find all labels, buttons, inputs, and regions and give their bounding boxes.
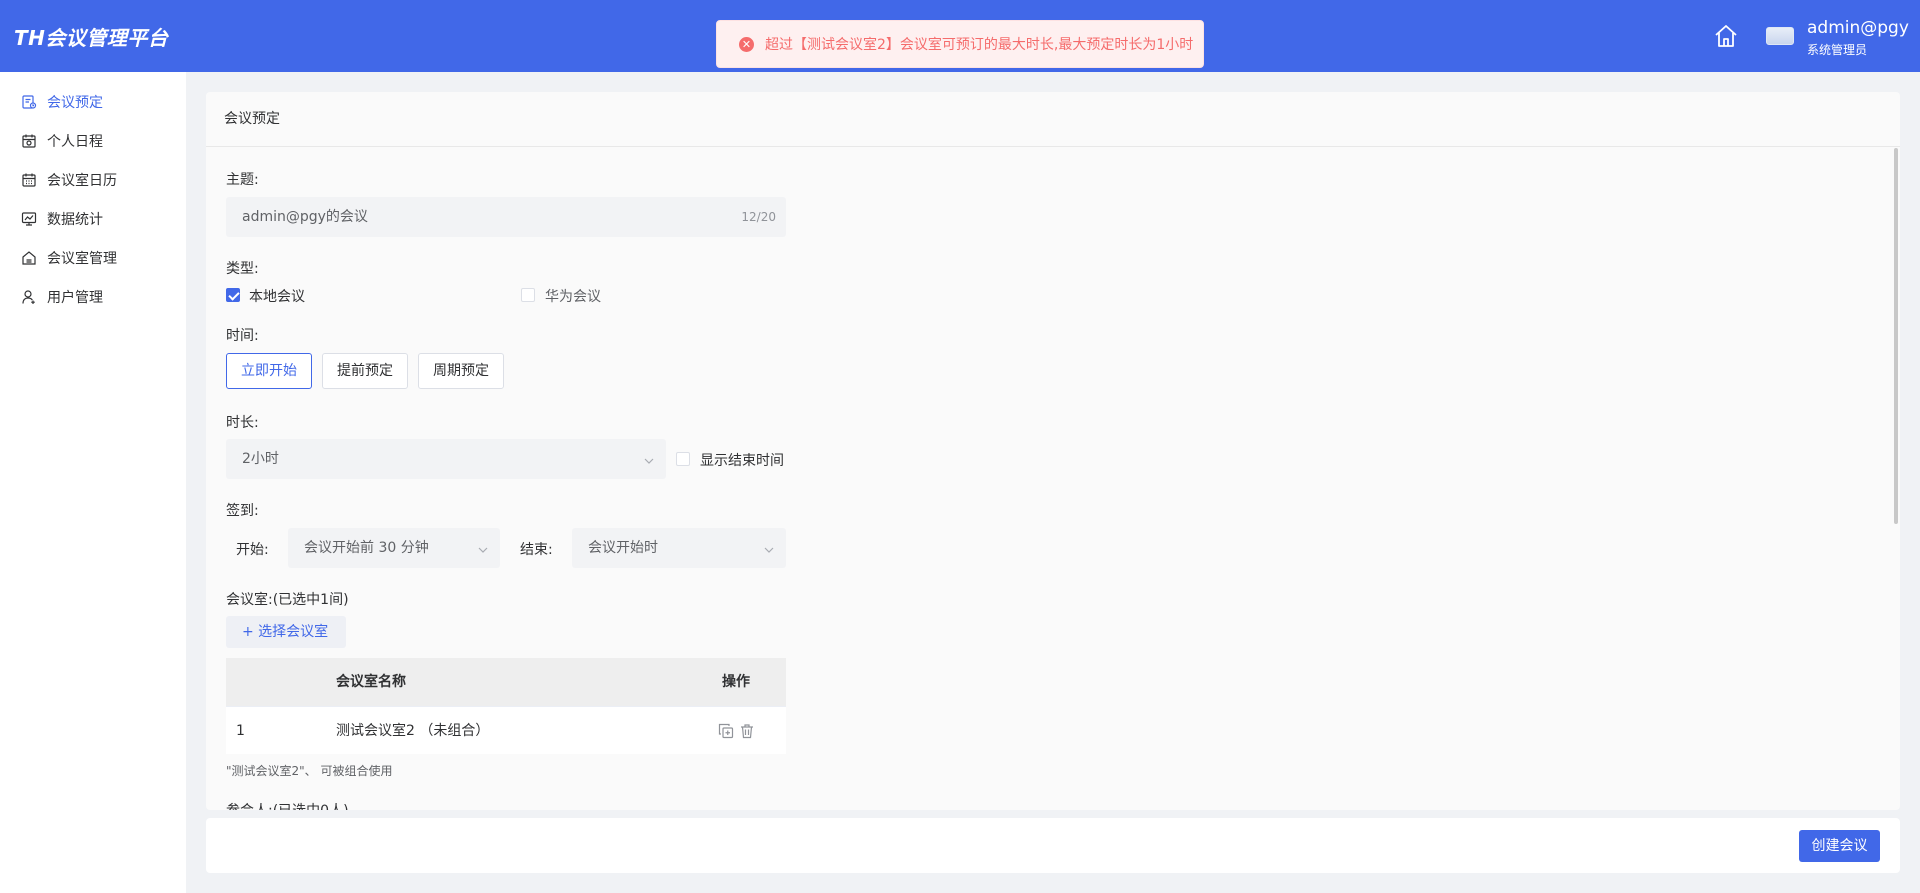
sidebar-item-statistics[interactable]: 数据统计 [0,201,186,237]
sidebar-item-label: 数据统计 [47,212,103,228]
participants-label: 参会人:(已选中0人) [226,800,349,810]
chevron-down-icon [764,543,774,553]
duration-label: 时长: [226,415,259,431]
row-room-name: 测试会议室2 （未组合） [336,723,490,739]
column-room-name: 会议室名称 [336,674,406,690]
local-meeting-label[interactable]: 本地会议 [249,286,305,306]
type-label: 类型: [226,261,259,277]
local-meeting-checkbox[interactable] [226,288,240,302]
sidebar-item-room-management[interactable]: 会议室管理 [0,240,186,276]
show-end-time-checkbox[interactable] [676,452,690,466]
sidebar-item-label: 用户管理 [47,290,103,306]
chevron-down-icon [478,543,488,553]
calendar-icon [21,172,37,188]
subject-input[interactable]: admin@pgy的会议 12/20 [226,197,786,237]
chart-icon [21,211,37,227]
sidebar-nav: 会议预定 个人日程 会议室日历 数据统计 会议室管理 用户管理 [0,72,186,893]
checkin-end-select[interactable]: 会议开始时 [572,528,786,568]
checkin-start-label: 开始: [236,542,269,558]
scrollbar[interactable] [1894,148,1898,524]
book-ahead-button[interactable]: 提前预定 [322,353,408,389]
time-label: 时间: [226,328,259,344]
checkin-end-value: 会议开始时 [588,540,658,556]
chevron-down-icon [644,454,654,464]
show-end-time-label[interactable]: 显示结束时间 [700,450,784,470]
subject-label: 主题: [226,172,259,188]
room-label: 会议室:(已选中1间) [226,592,349,608]
app-logo: TH会议管理平台 [14,26,169,50]
avatar[interactable] [1766,27,1794,45]
sidebar-item-schedule[interactable]: 个人日程 [0,123,186,159]
checkin-label: 签到: [226,503,259,519]
duration-select[interactable]: 2小时 [226,439,666,479]
error-message: 超过【测试会议室2】会议室可预订的最大时长,最大预定时长为1小时 [765,37,1194,53]
room-management-icon [21,250,37,266]
row-index: 1 [236,723,245,739]
duration-value: 2小时 [242,451,279,467]
meeting-booking-icon [21,94,37,110]
user-name[interactable]: admin@pgy [1807,18,1909,38]
sidebar-item-label: 个人日程 [47,134,103,150]
subject-value: admin@pgy的会议 [242,209,368,225]
huawei-meeting-label[interactable]: 华为会议 [545,286,601,306]
delete-icon[interactable] [739,723,755,739]
footer-bar: 创建会议 [206,818,1900,873]
table-row: 1 测试会议室2 （未组合） [226,706,786,754]
sidebar-item-meeting-booking[interactable]: 会议预定 [0,84,186,120]
checkin-start-select[interactable]: 会议开始前 30 分钟 [288,528,500,568]
checkin-end-label: 结束: [520,542,553,558]
table-header: 会议室名称 操作 [226,658,786,706]
start-now-button[interactable]: 立即开始 [226,353,312,389]
sidebar-item-label: 会议室管理 [47,251,117,267]
create-meeting-button[interactable]: 创建会议 [1799,830,1880,862]
recurring-booking-button[interactable]: 周期预定 [418,353,504,389]
sidebar-item-label: 会议室日历 [47,173,117,189]
sidebar-item-user-management[interactable]: 用户管理 [0,279,186,315]
user-role: 系统管理员 [1807,43,1868,57]
sidebar-item-label: 会议预定 [47,95,103,111]
error-toast: ✕ 超过【测试会议室2】会议室可预订的最大时长,最大预定时长为1小时 [716,20,1204,68]
user-icon [21,289,37,305]
sidebar-item-room-calendar[interactable]: 会议室日历 [0,162,186,198]
subject-char-count: 12/20 [741,210,776,224]
select-room-button[interactable]: + 选择会议室 [226,616,346,648]
column-actions: 操作 [722,674,750,690]
card-title: 会议预定 [206,92,1900,147]
checkin-start-value: 会议开始前 30 分钟 [304,540,429,556]
schedule-icon [21,133,37,149]
home-icon[interactable] [1712,22,1740,50]
error-icon: ✕ [739,36,754,52]
booking-card: 会议预定 主题: admin@pgy的会议 12/20 类型: 本地会议 华为会… [206,92,1900,810]
copy-icon[interactable] [718,723,734,739]
huawei-meeting-checkbox[interactable] [521,288,535,302]
combine-note: "测试会议室2"、 可被组合使用 [226,764,393,778]
